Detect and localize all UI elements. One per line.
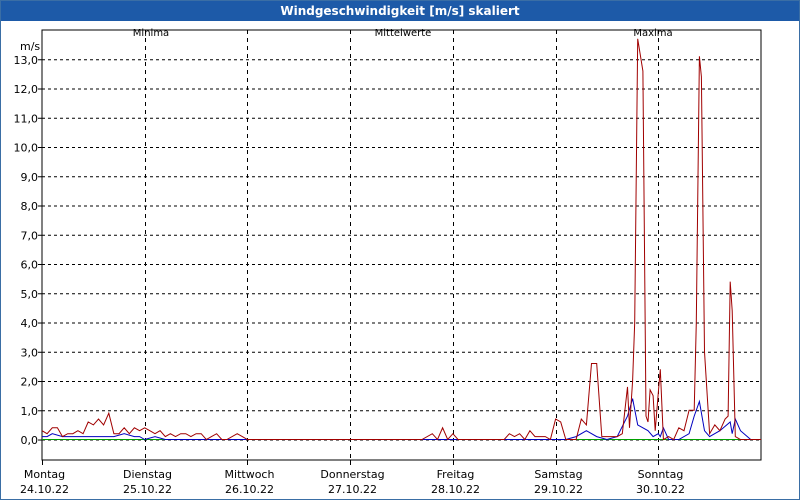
x-tick-label-day: Montag	[24, 468, 65, 481]
y-tick-label: 4,0	[21, 317, 39, 330]
y-tick-label: 7,0	[21, 229, 39, 242]
series-lines	[41, 38, 761, 441]
chart-window: Windgeschwindigkeit [m/s] skaliert 0,0 1,…	[0, 0, 800, 500]
x-tick-label-day: Dienstag	[123, 468, 172, 481]
y-tick-label: 12,0	[14, 83, 39, 96]
x-tick-label-date: 28.10.22	[431, 483, 480, 496]
y-tick-label: 10,0	[14, 142, 39, 155]
wind-speed-chart: 0,0 1,0 2,0 3,0 4,0 5,0 6,0 7,0 8,0 9,0 10,0 11,0 12…	[14, 28, 762, 496]
chart-title: Windgeschwindigkeit [m/s] skaliert	[1, 1, 799, 21]
legend-entry-minima: Minima	[133, 28, 169, 39]
legend-entry-mittelwerte: Mittelwerte	[375, 28, 432, 39]
y-axis-label: m/s	[20, 40, 40, 53]
y-tick-label: 8,0	[21, 200, 39, 213]
y-tick-label: 5,0	[21, 288, 39, 301]
y-tick-label: 2,0	[21, 376, 39, 389]
y-tick-label: 6,0	[21, 259, 39, 272]
y-tick-label: 1,0	[21, 405, 39, 418]
x-tick-label-day: Sonntag	[638, 468, 684, 481]
y-tick-label: 9,0	[21, 171, 39, 184]
y-tick-label: 0,0	[21, 434, 39, 447]
x-tick-label-date: 26.10.22	[225, 483, 274, 496]
y-tick-label: 3,0	[21, 346, 39, 359]
x-tick-label-date: 25.10.22	[123, 483, 172, 496]
labels: 0,0 1,0 2,0 3,0 4,0 5,0 6,0 7,0 8,0 9,0 10,0 11,0 12…	[14, 28, 685, 496]
x-tick-label-date: 29.10.22	[534, 483, 583, 496]
axes	[38, 29, 762, 465]
legend-entry-maxima: Maxima	[633, 28, 672, 39]
x-tick-label-date: 27.10.22	[328, 483, 377, 496]
y-tick-label: 13,0	[14, 54, 39, 67]
x-tick-label-day: Samstag	[534, 468, 582, 481]
y-tick-label: 11,0	[14, 112, 39, 125]
x-tick-label-day: Donnerstag	[320, 468, 384, 481]
x-tick-label-date: 24.10.22	[20, 483, 69, 496]
x-tick-label-date: 30.10.22	[636, 483, 685, 496]
x-tick-label-day: Freitag	[437, 468, 475, 481]
series-line-maxima	[41, 38, 761, 441]
x-tick-label-day: Mittwoch	[225, 468, 275, 481]
